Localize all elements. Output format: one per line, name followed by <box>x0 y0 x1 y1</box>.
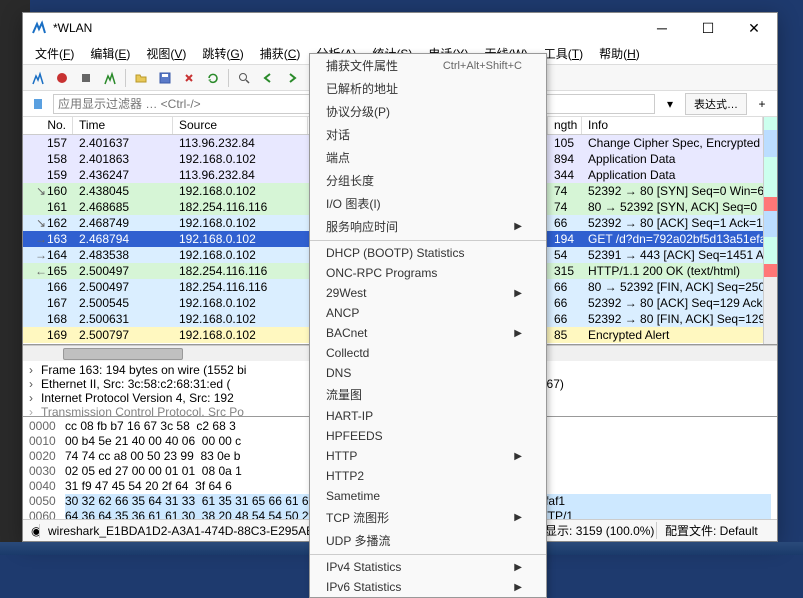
capture-options-icon[interactable] <box>99 67 121 89</box>
menu-item[interactable]: I/O 图表(I) <box>310 192 546 215</box>
prev-icon[interactable] <box>257 67 279 89</box>
window-title: *WLAN <box>53 21 639 35</box>
menu-edit[interactable]: 编辑(E) <box>82 43 138 64</box>
col-header-no[interactable]: No. <box>23 117 73 134</box>
menu-item[interactable]: 服务响应时间▶ <box>310 215 546 238</box>
menu-item[interactable]: DHCP (BOOTP) Statistics <box>310 243 546 263</box>
col-header-time[interactable]: Time <box>73 117 173 134</box>
menu-item[interactable]: 分组长度 <box>310 169 546 192</box>
minimize-button[interactable]: ─ <box>639 13 685 43</box>
menu-item[interactable]: HART-IP <box>310 406 546 426</box>
start-capture-icon[interactable] <box>27 67 49 89</box>
wireshark-window: *WLAN ─ ☐ ✕ 文件(F) 编辑(E) 视图(V) 跳转(G) 捕获(C… <box>22 12 778 542</box>
filter-add-icon[interactable]: + <box>751 93 773 115</box>
next-icon[interactable] <box>281 67 303 89</box>
menu-item[interactable]: TCP 流图形▶ <box>310 506 546 529</box>
col-header-length[interactable]: ngth <box>548 117 582 134</box>
menu-capture[interactable]: 捕获(C) <box>252 43 309 64</box>
menu-item[interactable]: HPFEEDS <box>310 426 546 446</box>
menu-item[interactable]: BACnet▶ <box>310 323 546 343</box>
menu-item[interactable]: 流量图 <box>310 383 546 406</box>
col-header-source[interactable]: Source <box>173 117 308 134</box>
maximize-button[interactable]: ☐ <box>685 13 731 43</box>
filter-bookmark-icon[interactable] <box>27 93 49 115</box>
menu-item[interactable]: 协议分级(P) <box>310 100 546 123</box>
reload-icon[interactable] <box>202 67 224 89</box>
packet-minimap[interactable] <box>763 117 777 344</box>
save-file-icon[interactable] <box>154 67 176 89</box>
titlebar: *WLAN ─ ☐ ✕ <box>23 13 777 43</box>
restart-capture-icon[interactable] <box>75 67 97 89</box>
menu-item[interactable]: HTTP▶ <box>310 446 546 466</box>
menu-item[interactable]: IPv4 Statistics▶ <box>310 557 546 577</box>
open-file-icon[interactable] <box>130 67 152 89</box>
statistics-menu-dropdown[interactable]: 捕获文件属性Ctrl+Alt+Shift+C已解析的地址协议分级(P)对话端点分… <box>309 53 547 598</box>
menu-item[interactable]: Sametime <box>310 486 546 506</box>
app-icon <box>31 20 47 36</box>
expression-button[interactable]: 表达式… <box>685 93 747 115</box>
menu-item[interactable]: 已解析的地址 <box>310 77 546 100</box>
menu-item[interactable]: 端点 <box>310 146 546 169</box>
menu-item[interactable]: Collectd <box>310 343 546 363</box>
menu-item[interactable]: HTTP2 <box>310 466 546 486</box>
close-file-icon[interactable] <box>178 67 200 89</box>
close-button[interactable]: ✕ <box>731 13 777 43</box>
find-icon[interactable] <box>233 67 255 89</box>
menu-item[interactable]: 捕获文件属性Ctrl+Alt+Shift+C <box>310 54 546 77</box>
filter-dropdown-icon[interactable]: ▾ <box>659 93 681 115</box>
status-expert-icon[interactable]: ◉ <box>23 524 40 538</box>
menu-item[interactable]: UDP 多播流 <box>310 529 546 552</box>
col-header-info[interactable]: Info <box>582 117 763 134</box>
status-profile[interactable]: 配置文件: Default <box>657 522 777 539</box>
menu-file[interactable]: 文件(F) <box>27 43 82 64</box>
menu-item[interactable]: ANCP <box>310 303 546 323</box>
menu-item[interactable]: DNS <box>310 363 546 383</box>
menu-item[interactable]: ONC-RPC Programs <box>310 263 546 283</box>
menu-go[interactable]: 跳转(G) <box>194 43 251 64</box>
menu-item[interactable]: 对话 <box>310 123 546 146</box>
menu-item[interactable]: IPv6 Statistics▶ <box>310 577 546 597</box>
stop-capture-icon[interactable] <box>51 67 73 89</box>
menu-view[interactable]: 视图(V) <box>138 43 194 64</box>
menu-item[interactable]: 29West▶ <box>310 283 546 303</box>
menu-help[interactable]: 帮助(H) <box>591 43 648 64</box>
